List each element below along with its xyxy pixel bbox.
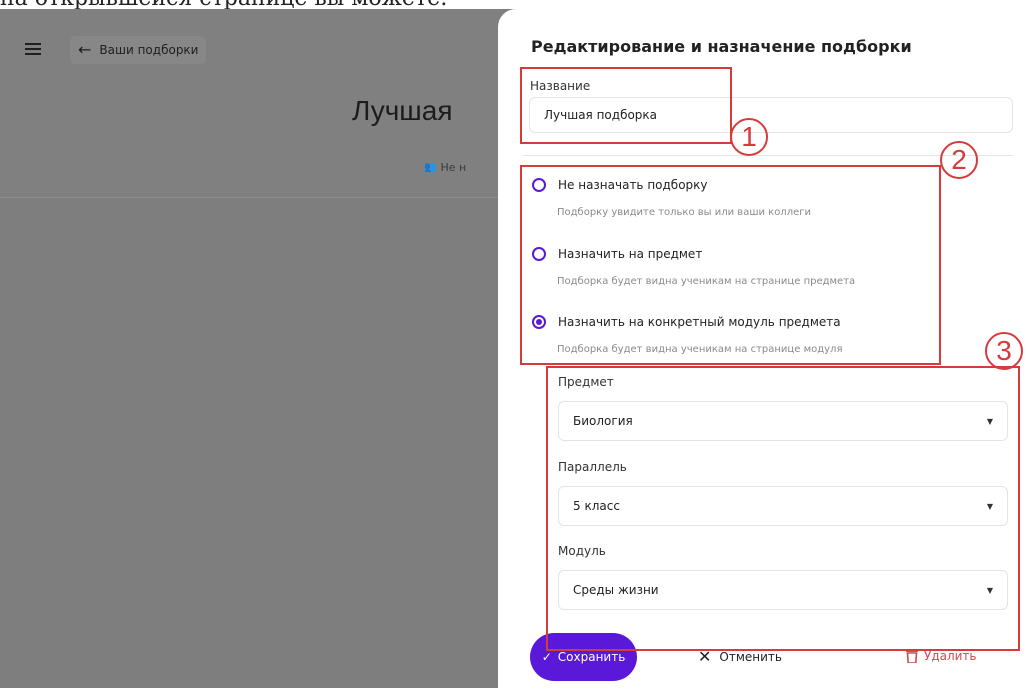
back-button[interactable]: ← Ваши подборки: [70, 36, 207, 64]
arrow-left-icon: ←: [78, 40, 92, 59]
annotation-box-2: [520, 165, 941, 365]
annotation-number-3: 3: [985, 332, 1023, 370]
background-header: ← Ваши подборки Лучшая 👥 Не н: [0, 9, 520, 198]
trash-icon: [906, 649, 918, 663]
cancel-button[interactable]: ✕ Отменить: [698, 649, 782, 665]
cancel-button-label: Отменить: [719, 650, 782, 664]
collection-title: Лучшая: [352, 95, 453, 126]
assignment-status: 👥 Не н: [424, 161, 466, 174]
people-icon: 👥: [424, 162, 437, 173]
check-icon: ✓: [541, 650, 552, 664]
assignment-status-text: Не н: [440, 161, 467, 174]
close-icon: ✕: [698, 647, 712, 666]
menu-icon[interactable]: [25, 43, 41, 55]
annotation-box-1: [520, 67, 732, 144]
delete-button[interactable]: Удалить: [906, 649, 977, 663]
panel-title: Редактирование и назначение подборки: [531, 37, 912, 56]
background-overlay[interactable]: ← Ваши подборки Лучшая 👥 Не н: [0, 9, 520, 688]
delete-button-label: Удалить: [924, 649, 977, 663]
annotation-number-1: 1: [730, 118, 768, 156]
annotation-box-3: [546, 366, 1020, 651]
annotation-number-2: 2: [940, 141, 978, 179]
back-button-label: Ваши подборки: [99, 43, 199, 57]
save-button-label: Сохранить: [557, 650, 626, 664]
